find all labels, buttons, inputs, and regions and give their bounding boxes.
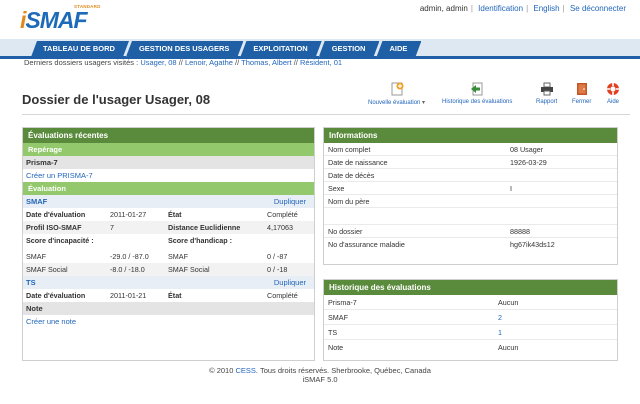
ts-date-row: Date d'évaluation 2011-01-21 État Complé…	[26, 291, 298, 300]
history-row: TS 1	[324, 325, 617, 340]
title-divider	[22, 114, 630, 115]
section-screening: Repérage	[23, 143, 314, 156]
new-document-icon	[390, 82, 404, 96]
smaf-row: SMAF Dupliquer	[23, 195, 314, 208]
record-toolbar: Nouvelle évaluation ▾ Historique des éva…	[368, 82, 630, 112]
ts-link[interactable]: TS	[26, 276, 36, 289]
nav-tab-help[interactable]: AIDE	[376, 41, 421, 57]
recent-file-link[interactable]: Thomas, Albert	[241, 58, 291, 67]
smaf-score-row: SMAF -29.0 / -87.0 SMAF 0 / -87	[26, 252, 288, 261]
report-button[interactable]: Rapport	[536, 82, 557, 105]
help-lifebuoy-icon	[606, 82, 620, 96]
info-row	[324, 208, 617, 225]
create-prisma7-link[interactable]: Créer un PRISMA-7	[26, 171, 93, 180]
duplicate-ts-link[interactable]: Dupliquer	[274, 276, 306, 289]
history-row: Note Aucun	[328, 343, 519, 352]
recent-file-link[interactable]: Usager, 08	[140, 58, 176, 67]
language-link[interactable]: English	[533, 4, 559, 13]
info-row: Nom complet 08 Usager	[324, 143, 617, 156]
footer-version: iSMAF 5.0	[302, 375, 338, 384]
ts-count-link[interactable]: 1	[498, 325, 502, 340]
recent-files: Derniers dossiers usagers visités : Usag…	[24, 58, 343, 67]
note-label: Note	[23, 302, 314, 315]
create-note-link[interactable]: Créer une note	[26, 317, 76, 326]
info-row: Date de décès	[324, 169, 617, 182]
help-button[interactable]: Aide	[606, 82, 620, 105]
history-row: Prisma-7 Aucun	[324, 295, 617, 310]
logo-wordmark: iSMAF	[20, 7, 88, 33]
history-button[interactable]: Historique des évaluations	[442, 82, 512, 105]
recent-evaluations-panel: Évaluations récentes Repérage Prisma-7 C…	[22, 127, 315, 361]
smaf-social-score-row: SMAF Social -8.0 / -18.0 SMAF Social 0 /…	[23, 263, 314, 276]
info-row: No d'assurance maladie hg67ik43ds12	[328, 240, 555, 249]
footer-copyright: © 2010 CESS. Tous droits réservés. Sherb…	[209, 366, 431, 375]
smaf-count-link[interactable]: 2	[498, 310, 502, 325]
nav-tab-exploitation[interactable]: EXPLOITATION	[240, 41, 321, 57]
history-row: SMAF 2	[324, 310, 617, 325]
new-evaluation-button[interactable]: Nouvelle évaluation ▾	[368, 82, 425, 106]
history-icon	[470, 82, 484, 96]
main-nav: TABLEAU DE BORD GESTION DES USAGERS EXPL…	[0, 39, 640, 59]
smaf-score-headers: Score d'incapacité : Score d'handicap :	[26, 236, 233, 245]
info-row: Nom du père	[324, 195, 617, 208]
top-links: admin, admin | Identification | English | S…	[419, 4, 626, 13]
evaluation-history-panel: Historique des évaluations Prisma-7 Aucun…	[323, 279, 618, 361]
smaf-date-row: Date d'évaluation 2011-01-27 État Complé…	[26, 210, 298, 219]
ismaf-logo[interactable]: STANDARD iSMAF	[20, 4, 102, 36]
nav-tab-user-management[interactable]: GESTION DES USAGERS	[126, 41, 243, 57]
panel-title: Historique des évaluations	[324, 280, 617, 295]
current-user: admin, admin	[419, 4, 468, 13]
nav-tab-management[interactable]: GESTION	[319, 41, 380, 57]
smaf-profile-row: Profil ISO-SMAF 7 Distance Euclidienne 4…	[23, 221, 314, 234]
info-row: Sexe I	[324, 182, 617, 195]
printer-icon	[540, 82, 554, 96]
cess-link[interactable]: CESS	[235, 366, 255, 375]
smaf-link[interactable]: SMAF	[26, 195, 47, 208]
logout-link[interactable]: Se déconnecter	[570, 4, 626, 13]
info-row: No dossier 88888	[324, 225, 617, 238]
information-panel: Informations Nom complet 08 Usager Date d…	[323, 127, 618, 265]
close-door-icon	[575, 82, 589, 96]
panel-title: Évaluations récentes	[23, 128, 314, 143]
panel-title: Informations	[324, 128, 617, 143]
info-row: Date de naissance 1926-03-29	[324, 156, 617, 169]
identification-link[interactable]: Identification	[478, 4, 523, 13]
duplicate-smaf-link[interactable]: Dupliquer	[274, 195, 306, 208]
page-title: Dossier de l'usager Usager, 08	[22, 92, 211, 107]
prisma7-label: Prisma-7	[23, 156, 314, 169]
close-button[interactable]: Fermer	[572, 82, 591, 105]
recent-file-link[interactable]: Lenoir, Agathe	[185, 58, 233, 67]
recent-files-label: Derniers dossiers usagers visités :	[24, 58, 139, 67]
section-evaluation: Évaluation	[23, 182, 314, 195]
recent-file-link[interactable]: Résident, 01	[300, 58, 342, 67]
ts-row: TS Dupliquer	[23, 276, 314, 289]
nav-tab-dashboard[interactable]: TABLEAU DE BORD	[31, 41, 129, 57]
